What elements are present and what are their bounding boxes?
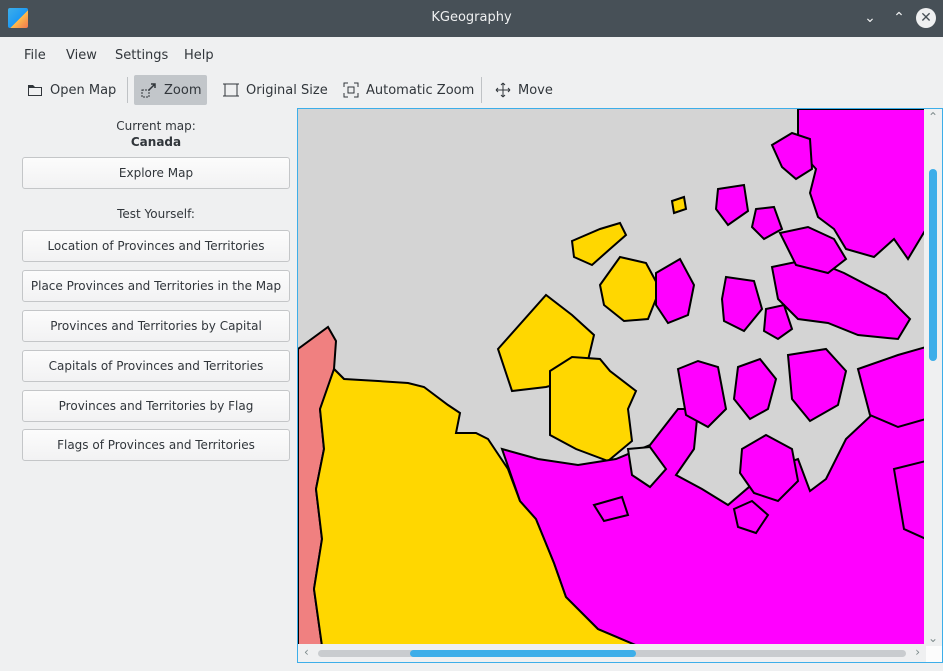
window-title: KGeography: [431, 10, 512, 25]
move-icon: [495, 82, 511, 98]
title-bar: KGeography ⌄ ⌃ ✕: [0, 0, 943, 37]
zoom-label: Zoom: [164, 82, 202, 98]
toolbar-separator: [127, 77, 128, 103]
automatic-zoom-button[interactable]: Automatic Zoom: [336, 75, 480, 105]
test-location-button[interactable]: Location of Provinces and Territories: [22, 230, 290, 262]
horizontal-scroll-thumb[interactable]: [410, 650, 636, 657]
toolbar: Open Map Zoom Original Size Automatic Zo…: [0, 73, 943, 107]
automatic-zoom-label: Automatic Zoom: [366, 82, 475, 98]
menu-file[interactable]: File: [24, 48, 46, 63]
scroll-left-icon[interactable]: ‹: [304, 645, 309, 659]
map-view[interactable]: ⌃ ⌄ ‹ ›: [297, 108, 943, 663]
vertical-scrollbar[interactable]: ⌃ ⌄: [924, 109, 942, 646]
horizontal-scrollbar[interactable]: ‹ ›: [298, 644, 926, 662]
open-map-label: Open Map: [50, 82, 117, 98]
original-size-label: Original Size: [246, 82, 328, 98]
automatic-zoom-icon: [343, 82, 359, 98]
minimize-icon[interactable]: ⌄: [860, 8, 880, 28]
canada-map[interactable]: [298, 109, 926, 646]
menu-bar: File View Settings Help: [0, 37, 943, 73]
current-map-name: Canada: [130, 135, 182, 149]
toolbar-separator: [481, 77, 482, 103]
maximize-icon[interactable]: ⌃: [889, 8, 909, 28]
move-label: Move: [518, 82, 553, 98]
vertical-scroll-thumb[interactable]: [929, 169, 937, 361]
side-panel: Current map: Canada Explore Map Test You…: [0, 107, 298, 667]
open-map-button[interactable]: Open Map: [20, 75, 122, 105]
explore-map-button[interactable]: Explore Map: [22, 157, 290, 189]
test-by-flag-button[interactable]: Provinces and Territories by Flag: [22, 390, 290, 422]
original-size-icon: [223, 83, 239, 97]
test-flags-button[interactable]: Flags of Provinces and Territories: [22, 429, 290, 461]
test-yourself-label: Test Yourself:: [117, 207, 195, 221]
scroll-right-icon[interactable]: ›: [915, 645, 920, 659]
nwt-islet[interactable]: [670, 195, 688, 215]
move-button[interactable]: Move: [488, 75, 559, 105]
menu-settings[interactable]: Settings: [115, 48, 168, 63]
close-icon[interactable]: ✕: [916, 8, 936, 28]
test-capitals-button[interactable]: Capitals of Provinces and Territories: [22, 350, 290, 382]
scroll-up-icon[interactable]: ⌃: [928, 110, 938, 124]
original-size-button[interactable]: Original Size: [216, 75, 334, 105]
current-map-label: Current map:: [116, 119, 196, 133]
test-place-button[interactable]: Place Provinces and Territories in the M…: [22, 270, 290, 302]
scroll-down-icon[interactable]: ⌄: [928, 631, 938, 645]
zoom-button[interactable]: Zoom: [134, 75, 208, 105]
zoom-select-icon: [141, 83, 156, 98]
test-by-capital-button[interactable]: Provinces and Territories by Capital: [22, 310, 290, 342]
folder-icon: [28, 85, 42, 96]
menu-help[interactable]: Help: [184, 48, 214, 63]
menu-view[interactable]: View: [66, 48, 97, 63]
